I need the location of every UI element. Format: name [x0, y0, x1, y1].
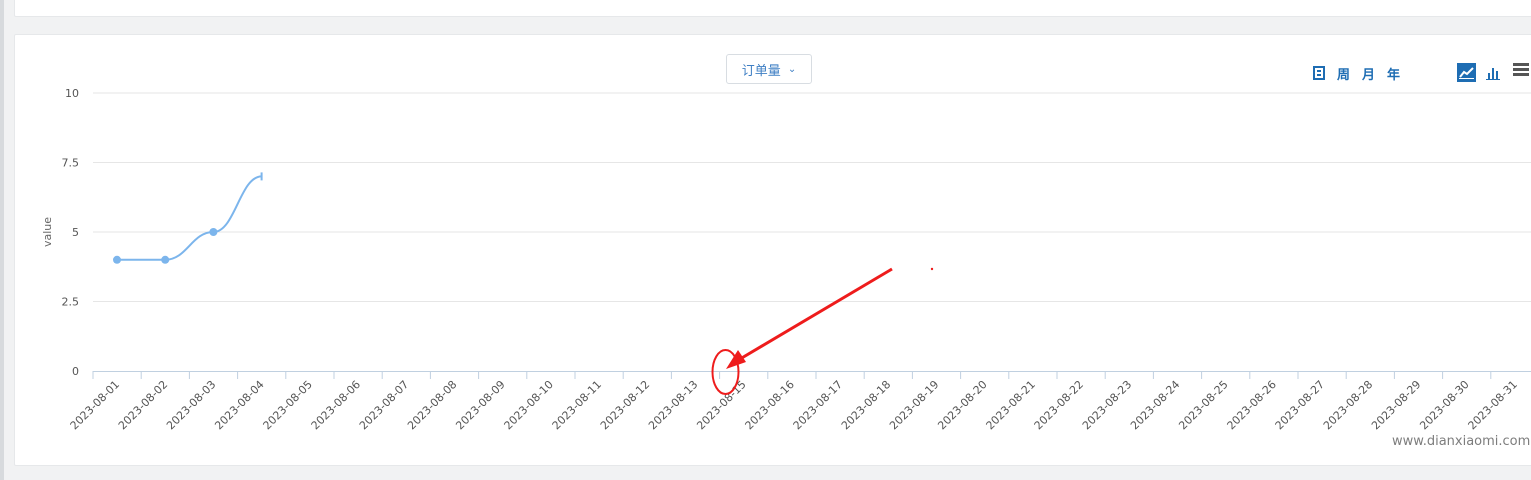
chevron-down-icon: ⌄ — [787, 63, 797, 75]
grid-lines — [93, 92, 1531, 302]
metric-dropdown[interactable]: 订单量 ⌄ — [726, 54, 812, 84]
x-tick-label: 2023-08-28 — [1321, 378, 1375, 432]
series-path — [117, 175, 262, 261]
x-tick-label: 2023-08-01 — [68, 378, 122, 432]
x-tick-label: 2023-08-03 — [164, 378, 218, 432]
y-tick-label: 5 — [72, 226, 79, 239]
period-year-button[interactable]: 年 — [1387, 64, 1400, 83]
x-tick-label: 2023-08-25 — [1176, 378, 1230, 432]
x-tick-label: 2023-08-05 — [261, 378, 315, 432]
x-tick-label: 2023-08-17 — [791, 378, 845, 432]
period-selector: 周 月 年 — [1313, 64, 1400, 83]
x-tick-label: 2023-08-02 — [116, 378, 170, 432]
x-tick-label: 2023-08-24 — [1128, 378, 1182, 432]
period-week-button[interactable]: 周 — [1337, 64, 1350, 83]
x-tick-label: 2023-08-07 — [357, 378, 411, 432]
x-tick-label: 2023-08-12 — [598, 378, 652, 432]
x-tick-label: 2023-08-15 — [694, 378, 748, 432]
x-tick-label: 2023-08-31 — [1466, 378, 1520, 432]
chart-type-switcher — [1457, 63, 1502, 82]
x-tick-label: 2023-08-06 — [309, 378, 363, 432]
x-axis: 2023-08-012023-08-022023-08-032023-08-04… — [68, 371, 1531, 432]
hamburger-menu-icon[interactable] — [1513, 63, 1529, 77]
x-tick-label: 2023-08-10 — [502, 378, 556, 432]
x-tick-label: 2023-08-11 — [550, 378, 604, 432]
x-tick-label: 2023-08-30 — [1417, 378, 1471, 432]
x-tick-label: 2023-08-13 — [646, 378, 700, 432]
y-axis-label: value — [41, 217, 54, 247]
x-tick-label: 2023-08-16 — [743, 378, 797, 432]
x-tick-label: 2023-08-04 — [212, 378, 266, 432]
series-line — [113, 172, 263, 264]
annotation-dot — [930, 267, 934, 271]
x-tick-label: 2023-08-08 — [405, 378, 459, 432]
data-point — [209, 228, 218, 236]
x-tick-label: 2023-08-29 — [1369, 378, 1423, 432]
y-tick-label: 10 — [65, 87, 79, 100]
watermark: www.dianxiaomi.com — [1392, 434, 1531, 449]
bar-chart-icon[interactable] — [1483, 63, 1502, 82]
annotation-arrow-shaft — [734, 267, 893, 364]
y-tick-label: 2.5 — [62, 296, 80, 309]
y-tick-label: 0 — [72, 365, 79, 378]
x-tick-label: 2023-08-21 — [984, 378, 1038, 432]
y-tick-label: 7.5 — [62, 157, 80, 170]
x-tick-label: 2023-08-23 — [1080, 378, 1134, 432]
calendar-icon[interactable] — [1313, 66, 1325, 80]
x-tick-label: 2023-08-20 — [935, 378, 989, 432]
red-annotation — [711, 267, 934, 395]
data-point — [113, 255, 121, 264]
metric-dropdown-label: 订单量 — [741, 63, 781, 79]
y-axis-ticks: 0 2.5 5 7.5 10 — [62, 87, 80, 378]
line-chart-icon[interactable] — [1457, 63, 1476, 82]
data-point — [161, 255, 170, 264]
x-tick-label: 2023-08-18 — [839, 378, 893, 432]
x-tick-label: 2023-08-26 — [1225, 378, 1279, 432]
period-month-button[interactable]: 月 — [1362, 64, 1375, 83]
x-tick-label: 2023-08-09 — [453, 378, 507, 432]
x-tick-label: 2023-08-22 — [1032, 378, 1086, 432]
x-tick-label: 2023-08-27 — [1273, 378, 1327, 432]
x-tick-label: 2023-08-19 — [887, 378, 941, 432]
annotation-arrow-head — [726, 350, 746, 369]
